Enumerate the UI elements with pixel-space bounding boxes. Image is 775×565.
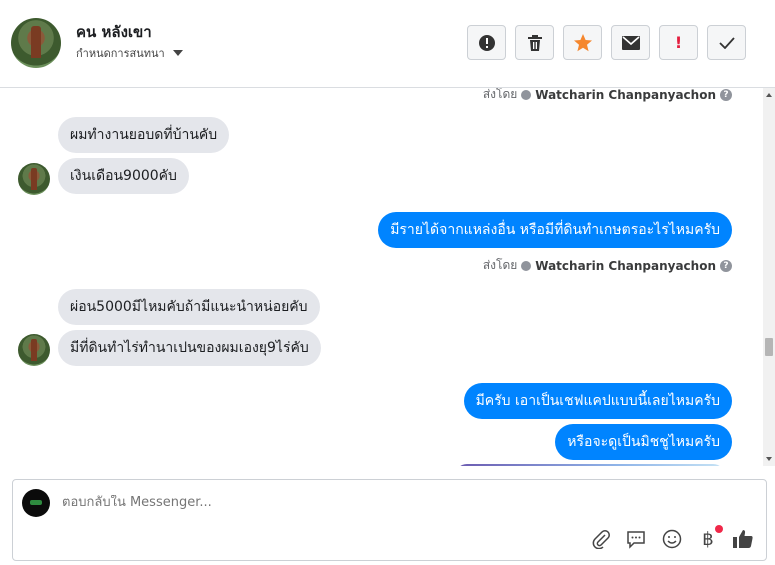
incoming-message[interactable]: เงินเดือน9000คับ [58,158,189,194]
scrollbar-thumb[interactable] [765,338,773,356]
reply-input[interactable] [62,495,662,510]
scroll-down-arrow-icon[interactable] [766,457,772,461]
star-button[interactable] [563,25,602,60]
outgoing-message[interactable]: หรือจะดูเป็นมิชชูไหมครับ [555,424,732,460]
contact-name[interactable]: คน หลังเขา [76,20,152,44]
paperclip-icon [592,530,610,549]
scroll-up-arrow-icon[interactable] [766,93,772,97]
payment-button[interactable]: ฿ [697,525,723,550]
sent-by-line: ส่งโดย Watcharin Chanpanyachon ? [483,256,732,275]
mark-unread-button[interactable] [611,25,650,60]
contact-avatar-small[interactable] [18,334,50,366]
sent-by-line: ส่งโดย Watcharin Chanpanyachon ? [483,88,732,104]
report-button[interactable] [467,25,506,60]
conversation-header: คน หลังเขา กำหนดการสนทนา ! [0,0,775,88]
sender-name[interactable]: Watcharin Chanpanyachon [535,88,716,102]
incoming-message[interactable]: ผมทำงานยอบดที่บ้านคับ [58,117,230,153]
thumbs-up-icon [733,530,753,548]
emoji-button[interactable] [661,528,683,550]
trash-icon [527,34,542,51]
sent-by-label: ส่งโดย [482,258,518,272]
help-icon[interactable]: ? [720,259,732,272]
caret-down-icon [172,50,183,56]
sent-by-label: ส่งโดย [482,88,518,101]
contact-avatar-small[interactable] [18,163,50,195]
page-badge-icon [521,89,532,100]
exclamation-icon: ! [674,33,683,52]
saved-replies-button[interactable] [625,528,647,550]
outgoing-message[interactable]: มีครับ เอาเป็นเชฟแคปแบบนี้เลยไหมครับ [463,383,732,419]
baht-icon: ฿ [702,528,714,550]
chat-bubble-icon [627,531,645,549]
smiley-icon [662,529,682,549]
star-icon [573,33,592,51]
attach-file-button[interactable] [590,528,612,550]
message-thread[interactable]: ส่งโดย Watcharin Chanpanyachon ? ผมทำงาน… [0,88,763,466]
page-avatar [22,489,50,517]
delete-button[interactable] [515,25,554,60]
envelope-icon [621,35,640,50]
incoming-message[interactable]: มีที่ดินทำไร่ทำนาเปนของผมเองยุ9ไร่คับ [58,330,321,366]
like-button[interactable] [732,528,754,550]
conversation-settings-label: กำหนดการสนทนา [76,47,165,60]
mark-done-button[interactable] [707,25,746,60]
thread-scrollbar[interactable] [763,88,775,466]
reply-composer: ฿ [12,479,767,561]
mark-important-button[interactable]: ! [659,25,698,60]
conversation-settings-dropdown[interactable]: กำหนดการสนทนา [76,44,183,62]
outgoing-message[interactable]: มีรายได้จากแหล่งอื่น หรือมีที่ดินทำเกษตร… [378,212,732,248]
message-image-attachment[interactable] [455,464,725,466]
help-icon[interactable]: ? [720,88,732,101]
incoming-message[interactable]: ผ่อน5000มีไหมคับถ้ามีแนะนำหน่อยคับ [58,289,320,325]
alert-circle-icon [478,34,495,51]
notification-dot [715,525,723,533]
sender-name[interactable]: Watcharin Chanpanyachon [535,259,716,273]
page-badge-icon [521,260,532,271]
contact-avatar[interactable] [11,18,61,68]
checkmark-icon [718,36,735,49]
